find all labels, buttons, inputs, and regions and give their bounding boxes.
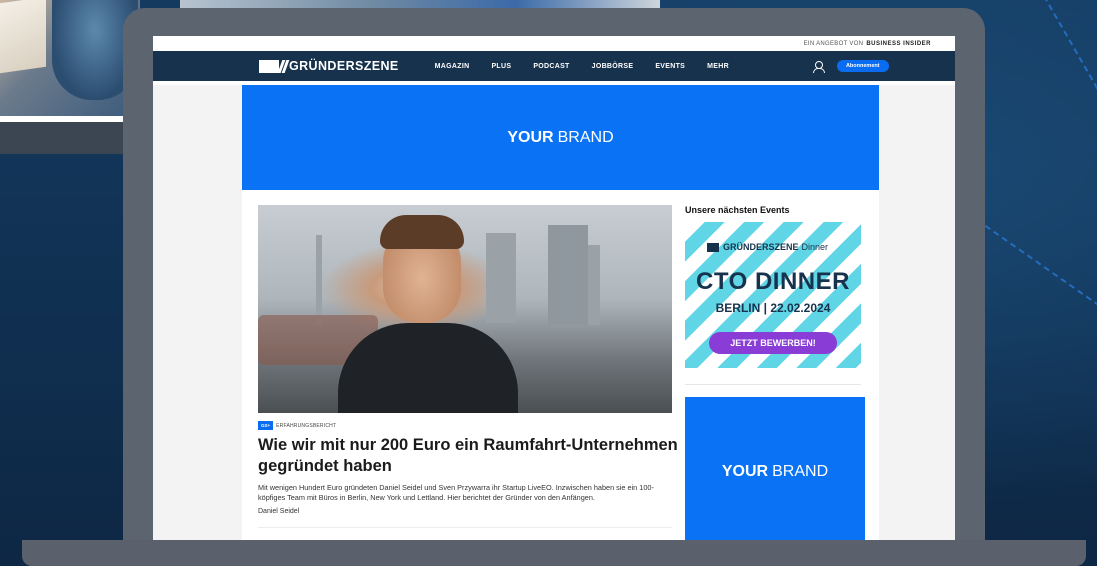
nav-item-podcast[interactable]: PODCAST: [533, 63, 569, 70]
article-tag-row: GS+ ERFAHRUNGSBERICHT: [258, 421, 336, 430]
event-logo-text: GRÜNDERSZENE: [723, 242, 799, 252]
sidebar-ad-rest: BRAND: [772, 463, 829, 480]
event-logo-mark-icon: [707, 242, 719, 252]
laptop-base: [22, 540, 1086, 566]
nav-item-mehr[interactable]: MEHR: [707, 63, 729, 70]
article-hero-image[interactable]: [258, 205, 672, 413]
event-date: BERLIN | 22.02.2024: [715, 301, 831, 315]
event-logo-suffix: Dinner: [801, 242, 829, 252]
background-photo: [0, 0, 140, 122]
offer-line: EIN ANGEBOT VON BUSINESS INSIDER: [153, 36, 955, 51]
laptop-screen: EIN ANGEBOT VON BUSINESS INSIDER GRÜNDER…: [153, 36, 955, 540]
site-logo[interactable]: GRÜNDERSZENE: [259, 59, 399, 73]
nav-item-events[interactable]: EVENTS: [655, 63, 685, 70]
logo-mark-icon: [259, 59, 279, 73]
logo-text: GRÜNDERSZENE: [289, 59, 399, 73]
background-paper: [0, 0, 46, 74]
nav-item-magazin[interactable]: MAGAZIN: [435, 63, 470, 70]
event-title: CTO DINNER: [696, 268, 850, 295]
sidebar-ad-banner[interactable]: YOUR BRAND: [685, 397, 865, 540]
nav-menu: MAGAZIN PLUS PODCAST JOBBÖRSE EVENTS MEH…: [435, 63, 751, 70]
top-ad-bold: YOUR: [507, 128, 554, 146]
subscribe-button[interactable]: Abonnement: [836, 60, 889, 72]
nav-actions: Abonnement: [812, 60, 889, 73]
events-title: Unsere nächsten Events: [685, 205, 790, 215]
article-category[interactable]: ERFAHRUNGSBERICHT: [276, 423, 336, 429]
nav-item-plus[interactable]: PLUS: [491, 63, 511, 70]
user-icon[interactable]: [812, 61, 825, 73]
background-bar: [0, 122, 140, 154]
event-logo: GRÜNDERSZENE Dinner: [707, 242, 828, 252]
event-apply-button[interactable]: JETZT BEWERBEN!: [709, 332, 837, 354]
nav-item-jobboerse[interactable]: JOBBÖRSE: [592, 63, 634, 70]
article-headline[interactable]: Wie wir mit nur 200 Euro ein Raumfahrt-U…: [258, 435, 678, 477]
content-area: GS+ ERFAHRUNGSBERICHT Wie wir mit nur 20…: [242, 190, 879, 540]
sidebar: Unsere nächsten Events GRÜNDERSZENE Dinn…: [685, 205, 865, 540]
article-teaser: Mit wenigen Hundert Euro gründeten Danie…: [258, 483, 654, 502]
article-author[interactable]: Daniel Seidel: [258, 508, 299, 515]
offer-brand[interactable]: BUSINESS INSIDER: [866, 41, 931, 47]
offer-prefix: EIN ANGEBOT VON: [803, 40, 864, 47]
main-navbar: GRÜNDERSZENE MAGAZIN PLUS PODCAST JOBBÖR…: [153, 51, 955, 81]
event-card[interactable]: GRÜNDERSZENE Dinner CTO DINNER BERLIN | …: [685, 222, 861, 368]
hero-tower: [316, 235, 322, 325]
top-ad-rest: BRAND: [557, 128, 614, 146]
hero-building: [486, 233, 516, 323]
hero-building-3: [588, 245, 600, 325]
article-divider: [258, 527, 672, 528]
hero-person-body: [338, 323, 518, 413]
hero-building-2: [548, 225, 588, 325]
hero-person-hair: [380, 215, 464, 249]
plus-badge: GS+: [258, 421, 274, 430]
sidebar-divider: [685, 384, 861, 385]
sidebar-ad-bold: YOUR: [721, 463, 769, 480]
top-ad-banner[interactable]: YOUR BRAND: [242, 85, 879, 190]
